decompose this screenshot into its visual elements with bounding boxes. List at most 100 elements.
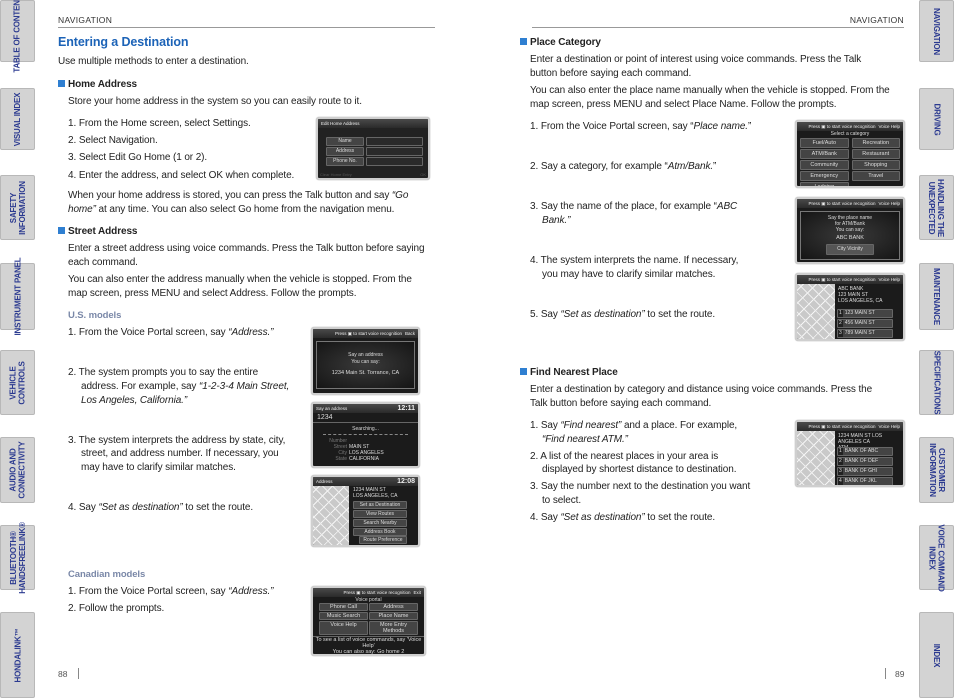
side-tab-specifications[interactable]: SPECIFICATIONS bbox=[919, 350, 954, 415]
side-tab-label: INDEX bbox=[931, 643, 941, 667]
para: map screen, press MENU and select Addres… bbox=[68, 288, 357, 299]
side-tab-label: HANDLING THE UNEXPECTED bbox=[927, 178, 946, 237]
text: Address bbox=[316, 479, 333, 484]
para: button before saying each command. bbox=[530, 68, 692, 79]
side-tab-customer-information[interactable]: CUSTOMER INFORMATION bbox=[919, 437, 954, 503]
text: Voice Help bbox=[878, 201, 900, 206]
text: 4. Say bbox=[530, 512, 561, 523]
field bbox=[366, 157, 423, 166]
text: “Go bbox=[391, 190, 409, 201]
voice-prompt: Say an address You can say: 1234 Main St. … bbox=[316, 341, 415, 389]
category-button: Shopping bbox=[851, 160, 900, 170]
step: 4. Enter the address, and select OK when… bbox=[68, 170, 295, 181]
row-number: 3 bbox=[838, 330, 843, 337]
clock: 12:08 bbox=[397, 478, 415, 485]
text: Press ▣ to start voice recognition bbox=[808, 200, 876, 206]
row-number: 3 bbox=[838, 468, 843, 475]
step: 3. Say the name of the place, for exampl… bbox=[530, 200, 737, 213]
text: Atm/Bank. bbox=[667, 161, 714, 172]
heading-text: Street Address bbox=[68, 226, 138, 237]
text: You can also say: Go home 2 bbox=[332, 649, 405, 655]
row-number: 2 bbox=[838, 320, 843, 327]
field bbox=[366, 147, 423, 156]
step: Los Angeles, California.” bbox=[81, 395, 188, 406]
para: You can also enter the address manually … bbox=[68, 274, 412, 285]
side-tab-vehicle-controls[interactable]: VEHICLE CONTROLS bbox=[0, 350, 35, 415]
row-number: 4 bbox=[838, 478, 843, 485]
text: “Find nearest” bbox=[560, 420, 622, 431]
home-note: home” at any time. You can also select G… bbox=[68, 203, 394, 216]
text: Back bbox=[404, 331, 415, 336]
result-row: 1 123 MAIN ST bbox=[837, 309, 893, 318]
text: 1. Say bbox=[530, 420, 561, 431]
side-tab-label: VISUAL INDEX bbox=[13, 92, 22, 146]
voice-portal-footer: To see a list of voice commands, say 'Vo… bbox=[313, 636, 424, 655]
step: 1. Say “Find nearest” and a place. For e… bbox=[530, 419, 737, 432]
result-row: 4555 MAIN ST bbox=[837, 339, 893, 341]
text: Press ▣ to start voice recognition bbox=[808, 276, 876, 282]
side-tab-safety-information[interactable]: SAFETY INFORMATION bbox=[0, 175, 35, 240]
text: Exit bbox=[413, 590, 421, 595]
side-tab-label: VOICE COMMAND INDEX bbox=[927, 523, 946, 592]
text: Voice Help bbox=[878, 124, 900, 129]
text: “1-2-3-4 Main Street, bbox=[199, 381, 290, 392]
text: home” bbox=[68, 204, 96, 215]
step: 4. Say “Set as destination” to set the r… bbox=[68, 501, 253, 514]
screen-title-bar: Press ▣ to start voice recognition Voice … bbox=[797, 422, 903, 431]
side-tab-voice-command-index[interactable]: VOICE COMMAND INDEX bbox=[919, 523, 954, 592]
side-tab-label: MAINTENANCE bbox=[932, 268, 942, 325]
side-tab-instrument-panel[interactable]: INSTRUMENT PANEL bbox=[0, 258, 35, 335]
side-tab-audio-and-connectivity[interactable]: AUDIO AND CONNECTIVITY bbox=[0, 437, 35, 503]
screen-title-bar: Press ▣ to start voice recognition Voice … bbox=[797, 199, 903, 208]
step: 2. Select Navigation. bbox=[68, 135, 158, 146]
step: 2. The system prompts you to say the ent… bbox=[68, 367, 259, 378]
row-text: BANK OF ABC bbox=[844, 448, 879, 454]
row-number: 2 bbox=[838, 458, 843, 465]
text: at any time. You can also select Go home… bbox=[95, 204, 395, 215]
text: Press ▣ to start voice recognition bbox=[343, 589, 411, 595]
screen-title-bar: Say an address 12:11 bbox=[313, 404, 418, 413]
side-tab-label: NAVIGATION bbox=[932, 7, 942, 55]
step: 1. From the Home screen, select Settings… bbox=[68, 118, 251, 129]
side-tab-navigation[interactable]: NAVIGATION bbox=[919, 0, 954, 62]
text: and a place. For example, bbox=[621, 420, 738, 431]
side-tab-handling-the-unexpected[interactable]: HANDLING THE UNEXPECTED bbox=[919, 175, 954, 240]
text: You can say: bbox=[835, 227, 865, 233]
section-heading-home: Home Address bbox=[58, 78, 137, 91]
text: When your home address is stored, you ca… bbox=[68, 190, 392, 201]
text: to set the route. bbox=[182, 502, 254, 513]
step: 3. Select Edit Go Home (1 or 2). bbox=[68, 152, 208, 163]
side-tab-table-of-contents[interactable]: TABLE OF CONTENTS bbox=[0, 0, 35, 72]
para: map screen, press MENU and select Place … bbox=[530, 99, 837, 110]
screen-title-bar: Edit Home Address bbox=[318, 119, 428, 128]
text: Clear Home Entry bbox=[320, 172, 352, 177]
input-value: 1234 bbox=[313, 413, 418, 423]
text: 1. From the Voice Portal screen, say bbox=[68, 586, 229, 597]
text: 2. Say a category, for example “ bbox=[530, 161, 668, 172]
text: 1234 MAIN ST LOS ANGELES CA bbox=[838, 433, 883, 445]
section-heading-find-nearest: Find Nearest Place bbox=[520, 366, 618, 379]
screen-title-bar: Press ▣ to start voice recognition Voice … bbox=[797, 122, 903, 131]
side-tab-bluetooth-handsfreelink[interactable]: BLUETOOTH® HANDSFREELINK® bbox=[0, 522, 35, 593]
row-number: 4 bbox=[838, 340, 843, 341]
text: ” bbox=[748, 121, 752, 132]
section-heading-place-category: Place Category bbox=[520, 36, 601, 49]
result-row: 4 BANK OF JKL bbox=[837, 477, 893, 485]
step: 1. From the Voice Portal screen, say “Pl… bbox=[530, 120, 751, 133]
side-tab-label: TABLE OF CONTENTS bbox=[13, 0, 23, 73]
side-tab-visual-index[interactable]: VISUAL INDEX bbox=[0, 88, 35, 150]
side-tab-label: CUSTOMER INFORMATION bbox=[927, 443, 946, 497]
screen-voice-portal: Press ▣ to start voice recognition Exit V… bbox=[311, 586, 426, 656]
category-button: Fuel/Auto bbox=[800, 138, 849, 148]
bullet-square-icon bbox=[58, 227, 65, 234]
result-row: 2 456 MAIN ST bbox=[837, 319, 893, 328]
text: to set the route. bbox=[644, 512, 716, 523]
side-tab-driving[interactable]: DRIVING bbox=[919, 88, 954, 150]
voice-portal-button: Music Search bbox=[319, 612, 368, 620]
side-tab-maintenance[interactable]: MAINTENANCE bbox=[919, 263, 954, 330]
side-tab-index[interactable]: INDEX bbox=[919, 612, 954, 698]
text: 1. From the Voice Portal screen, say bbox=[68, 327, 229, 338]
side-tab-hondalink[interactable]: HONDALINK™ bbox=[0, 612, 35, 698]
step: you may have to clarify similar matches. bbox=[542, 269, 716, 280]
voice-portal-button: Address bbox=[369, 603, 418, 611]
